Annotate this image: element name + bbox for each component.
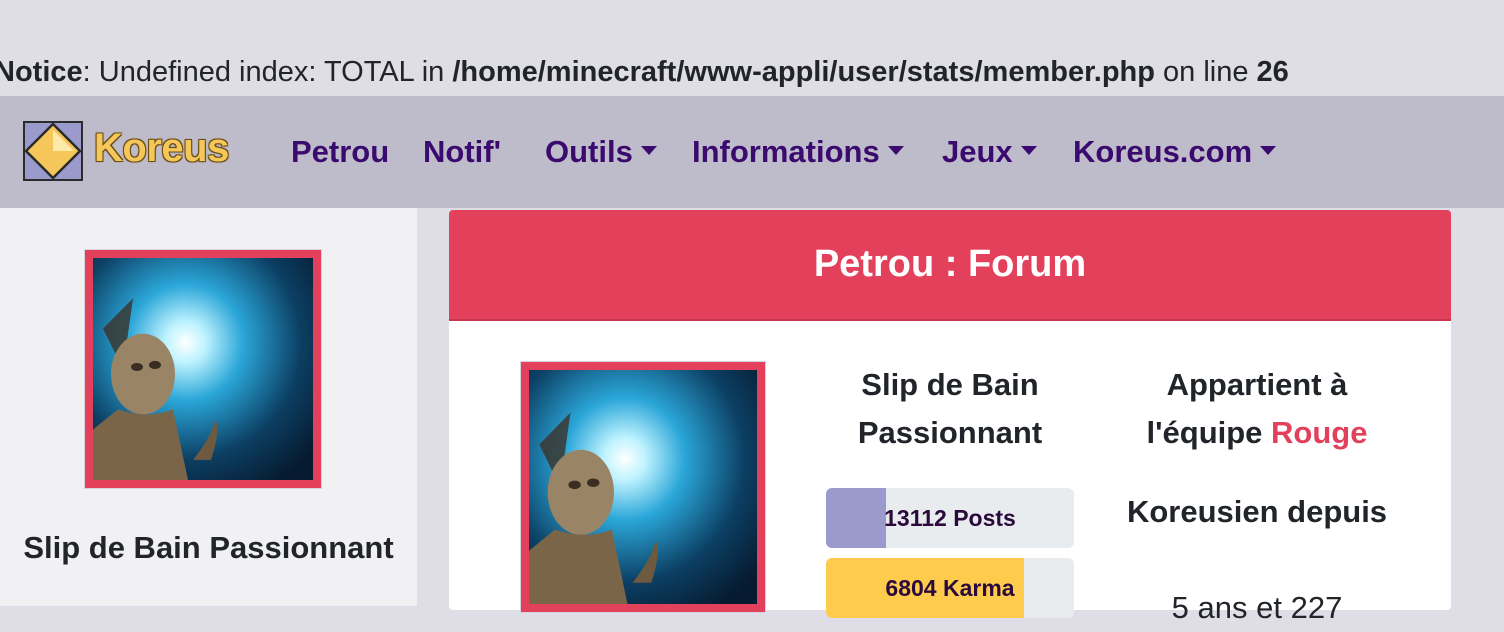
chevron-down-icon <box>1260 146 1277 156</box>
chevron-down-icon <box>1020 146 1037 156</box>
koreus-logo-icon <box>23 121 83 181</box>
avatar-image <box>93 258 313 480</box>
posts-count: 13112 Posts <box>884 505 1016 531</box>
karma-progress-bar: 6804 Karma <box>826 558 1074 618</box>
avatar-picture <box>93 258 313 480</box>
sidebar-rank-title: Slip de Bain Passionnant <box>23 530 394 565</box>
notice-line-number: 26 <box>1256 56 1289 88</box>
top-navbar: Koreus Petrou Notif' Outils Informations… <box>0 96 1504 208</box>
posts-progress-bar: 13112 Posts <box>826 488 1074 548</box>
nav-item-notif[interactable]: Notif' <box>423 132 501 172</box>
nav-item-label: Jeux <box>942 134 1013 169</box>
brand-name: Koreus <box>94 126 229 170</box>
nav-item-label: Outils <box>545 134 633 169</box>
member-since-label: Koreusien depuis <box>1126 494 1388 529</box>
nav-item-petrou[interactable]: Petrou <box>291 132 389 172</box>
avatar-image <box>529 370 757 604</box>
card-rank-title: Slip de Bain Passionnant <box>857 367 1043 450</box>
nav-item-jeux[interactable]: Jeux <box>942 132 1037 172</box>
brand-logo-link[interactable]: Koreus <box>22 120 246 182</box>
chevron-down-icon <box>640 146 657 156</box>
team-info: Appartient à l'équipe Rouge <box>1126 361 1388 457</box>
php-notice: Notice: Undefined index: TOTAL in /home/… <box>0 52 1289 92</box>
nav-item-informations[interactable]: Informations <box>692 132 904 172</box>
nav-item-label: Notif' <box>423 134 501 169</box>
nav-item-outils[interactable]: Outils <box>545 132 657 172</box>
team-name[interactable]: Rouge <box>1271 415 1367 450</box>
notice-label: Notice <box>0 56 83 88</box>
profile-card: Petrou : Forum Slip de Bain Passionnant … <box>449 210 1451 625</box>
notice-path: /home/minecraft/www-appli/user/stats/mem… <box>452 56 1155 88</box>
notice-on-line: on line <box>1154 56 1257 88</box>
nav-item-koreus-com[interactable]: Koreus.com <box>1073 132 1277 172</box>
nav-item-label: Petrou <box>291 134 390 169</box>
nav-item-label: Informations <box>692 134 880 169</box>
card-title: Petrou : Forum <box>813 243 1087 285</box>
notice-message: : Undefined index: TOTAL in <box>82 56 453 88</box>
profile-sidebar: Slip de Bain Passionnant <box>0 208 417 606</box>
member-duration: 5 ans et 227 <box>1171 590 1343 625</box>
chevron-down-icon <box>887 146 904 156</box>
card-avatar[interactable] <box>520 361 766 613</box>
card-header: Petrou : Forum <box>449 210 1451 321</box>
avatar-picture <box>529 370 757 604</box>
karma-count: 6804 Karma <box>885 575 1015 601</box>
sidebar-avatar[interactable] <box>84 249 322 489</box>
nav-item-label: Koreus.com <box>1073 134 1253 169</box>
